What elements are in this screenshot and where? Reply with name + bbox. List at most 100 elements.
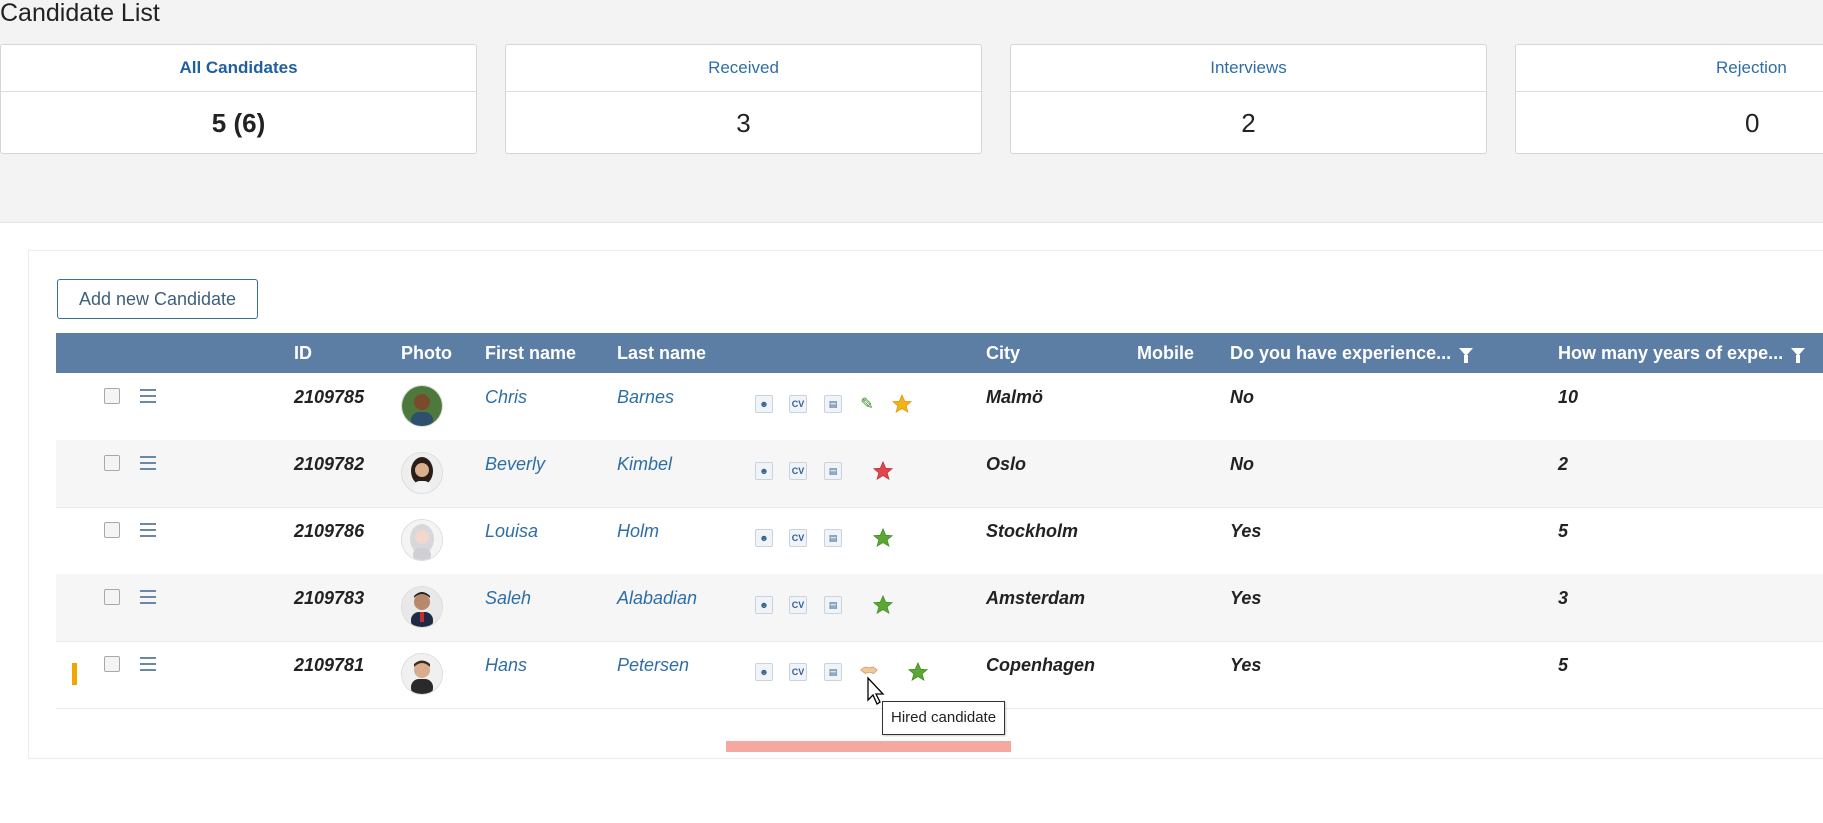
- table-row[interactable]: 2109785 Chris Barnes ☻ CV ▤ ✎ Malmö No 1…: [56, 373, 1823, 441]
- cell-city: Copenhagen: [986, 655, 1096, 675]
- avatar: [401, 519, 443, 561]
- avatar: [401, 653, 443, 695]
- summary-label: Interviews: [1011, 45, 1486, 92]
- add-candidate-button[interactable]: Add new Candidate: [57, 279, 258, 319]
- cell-id: 2109782: [294, 454, 365, 474]
- summary-label: Rejection: [1516, 45, 1823, 92]
- column-header-mobile[interactable]: Mobile: [1137, 333, 1194, 373]
- cell-last-name[interactable]: Petersen: [617, 655, 689, 676]
- cell-id: 2109781: [294, 655, 365, 675]
- document-icon[interactable]: ▤: [824, 663, 842, 681]
- tooltip: Hired candidate: [882, 701, 1006, 735]
- column-header-photo[interactable]: Photo: [401, 333, 452, 373]
- cell-first-name[interactable]: Beverly: [485, 454, 545, 475]
- cell-id: 2109785: [294, 387, 365, 407]
- cell-experience: No: [1230, 454, 1254, 474]
- row-menu-icon[interactable]: [140, 590, 156, 604]
- document-icon[interactable]: ▤: [824, 596, 842, 614]
- avatar: [401, 385, 443, 427]
- profile-icon[interactable]: ☻: [755, 462, 773, 480]
- column-header-years-label: How many years of expe...: [1558, 343, 1784, 363]
- cell-first-name[interactable]: Chris: [485, 387, 527, 408]
- row-menu-icon[interactable]: [140, 389, 156, 403]
- cell-experience: Yes: [1230, 588, 1262, 608]
- cell-first-name[interactable]: Louisa: [485, 521, 538, 542]
- page-title: Candidate List: [0, 0, 160, 27]
- avatar: [401, 586, 443, 628]
- rating-star-icon[interactable]: [872, 594, 894, 616]
- summary-label: Received: [506, 45, 981, 92]
- cv-icon[interactable]: CV: [789, 395, 807, 413]
- cell-experience: Yes: [1230, 655, 1262, 675]
- rating-star-icon[interactable]: [907, 661, 929, 683]
- table-row[interactable]: 2109786 Louisa Holm ☻ CV ▤ Stockholm Yes…: [56, 507, 1823, 575]
- cell-years: 3: [1558, 588, 1569, 608]
- cell-id: 2109786: [294, 521, 365, 541]
- table-row[interactable]: 2109781 Hans Petersen ☻ CV ▤ Copenhagen …: [56, 641, 1823, 709]
- row-checkbox[interactable]: [104, 455, 120, 471]
- cell-city: Amsterdam: [986, 588, 1086, 608]
- column-header-years[interactable]: How many years of expe...: [1558, 333, 1806, 373]
- summary-value: 5 (6): [211, 108, 266, 138]
- grid-header: ID Photo First name Last name City Mobil…: [56, 333, 1823, 373]
- summary-card-received[interactable]: Received 3: [505, 44, 982, 154]
- cell-first-name[interactable]: Hans: [485, 655, 527, 676]
- cell-city: Malmö: [986, 387, 1044, 407]
- summary-card-interviews[interactable]: Interviews 2: [1010, 44, 1487, 154]
- profile-icon[interactable]: ☻: [755, 395, 773, 413]
- cell-city: Stockholm: [986, 521, 1079, 541]
- progress-bar: [726, 741, 1011, 752]
- column-header-last-name[interactable]: Last name: [617, 333, 706, 373]
- summary-value: 2: [1241, 108, 1256, 138]
- cell-years: 2: [1558, 454, 1569, 474]
- row-checkbox[interactable]: [104, 656, 120, 672]
- document-icon[interactable]: ▤: [824, 529, 842, 547]
- summary-value: 3: [736, 108, 751, 138]
- rating-star-icon[interactable]: [872, 460, 894, 482]
- filter-icon[interactable]: [1459, 348, 1474, 364]
- table-row[interactable]: 2109783 Saleh Alabadian ☻ CV ▤ Amsterdam…: [56, 574, 1823, 642]
- cv-icon[interactable]: CV: [789, 529, 807, 547]
- cell-years: 10: [1558, 387, 1579, 407]
- cell-id: 2109783: [294, 588, 365, 608]
- summary-card-rejection[interactable]: Rejection 0: [1515, 44, 1823, 154]
- column-header-experience-label: Do you have experience...: [1230, 343, 1452, 363]
- document-icon[interactable]: ▤: [824, 395, 842, 413]
- cell-last-name[interactable]: Alabadian: [617, 588, 697, 609]
- row-menu-icon[interactable]: [140, 523, 156, 537]
- profile-icon[interactable]: ☻: [755, 596, 773, 614]
- rating-star-icon[interactable]: [891, 393, 913, 415]
- cell-years: 5: [1558, 655, 1569, 675]
- summary-card-all-candidates[interactable]: All Candidates 5 (6): [0, 44, 477, 154]
- row-menu-icon[interactable]: [140, 657, 156, 671]
- summary-value: 0: [1745, 108, 1760, 138]
- column-header-id[interactable]: ID: [294, 333, 312, 373]
- table-row[interactable]: 2109782 Beverly Kimbel ☻ CV ▤ Oslo No 2: [56, 440, 1823, 508]
- cell-last-name[interactable]: Barnes: [617, 387, 674, 408]
- rating-star-icon[interactable]: [872, 527, 894, 549]
- document-icon[interactable]: ▤: [824, 462, 842, 480]
- column-header-first-name[interactable]: First name: [485, 333, 576, 373]
- row-checkbox[interactable]: [104, 388, 120, 404]
- column-header-city[interactable]: City: [986, 333, 1020, 373]
- cv-icon[interactable]: CV: [789, 462, 807, 480]
- row-menu-icon[interactable]: [140, 456, 156, 470]
- cell-first-name[interactable]: Saleh: [485, 588, 531, 609]
- cell-experience: No: [1230, 387, 1254, 407]
- cell-city: Oslo: [986, 454, 1027, 474]
- summary-label: All Candidates: [1, 45, 476, 92]
- cell-last-name[interactable]: Kimbel: [617, 454, 672, 475]
- profile-icon[interactable]: ☻: [755, 529, 773, 547]
- filter-icon[interactable]: [1791, 348, 1806, 364]
- profile-icon[interactable]: ☻: [755, 663, 773, 681]
- row-checkbox[interactable]: [104, 522, 120, 538]
- cell-years: 5: [1558, 521, 1569, 541]
- row-status-indicator: [72, 663, 77, 685]
- cell-experience: Yes: [1230, 521, 1262, 541]
- checklist-icon[interactable]: ✎: [858, 395, 876, 413]
- column-header-experience[interactable]: Do you have experience...: [1230, 333, 1474, 373]
- cv-icon[interactable]: CV: [789, 596, 807, 614]
- cell-last-name[interactable]: Holm: [617, 521, 659, 542]
- row-checkbox[interactable]: [104, 589, 120, 605]
- cv-icon[interactable]: CV: [789, 663, 807, 681]
